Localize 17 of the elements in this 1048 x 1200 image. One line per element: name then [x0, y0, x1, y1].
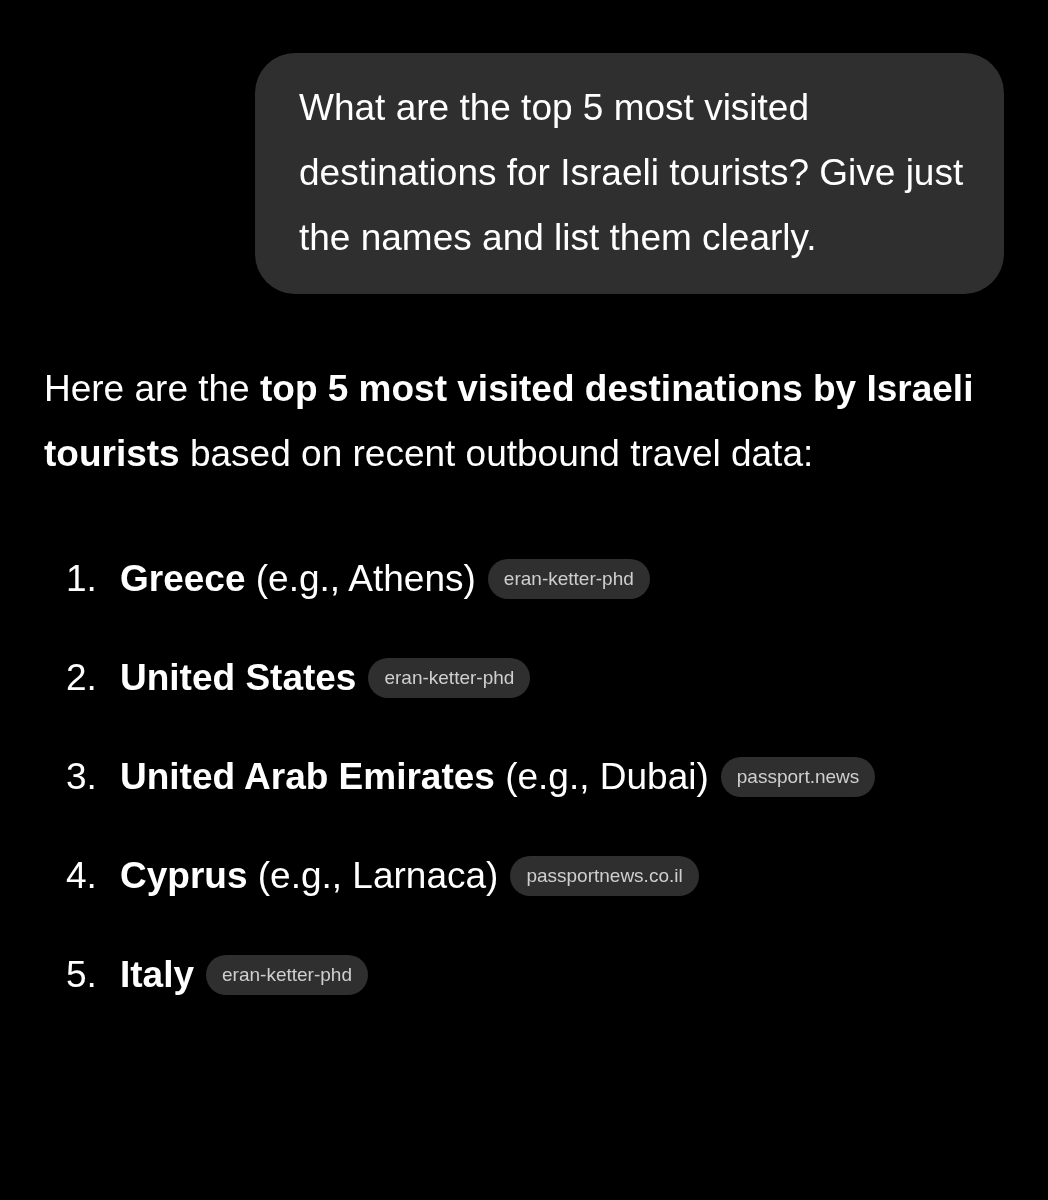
- source-chip[interactable]: passportnews.co.il: [510, 855, 699, 896]
- list-number: 5.: [66, 953, 98, 996]
- list-item-text: Cyprus (e.g., Larnaca): [120, 854, 499, 897]
- list-item-text: United Arab Emirates (e.g., Dubai): [120, 755, 709, 798]
- source-chip[interactable]: eran-ketter-phd: [487, 558, 650, 599]
- list-item-text: Greece (e.g., Athens): [120, 557, 476, 600]
- list-item-text: Italy: [120, 953, 195, 996]
- source-chip[interactable]: eran-ketter-phd: [206, 954, 368, 995]
- list-item-text: United States: [120, 656, 357, 699]
- response-paragraph: Here are the top 5 most visited destinations by Israeli tourists based on recent outbound travel data:: [44, 367, 975, 476]
- list-number: 1.: [66, 557, 98, 600]
- list-number: 2.: [66, 656, 98, 699]
- list-number: 3.: [66, 755, 98, 798]
- list-number: 4.: [66, 854, 98, 897]
- user-message-text: What are the top 5 most visited destinations for Israeli tourists? Give just the names and list them clearly.: [299, 86, 964, 260]
- source-chip[interactable]: eran-ketter-phd: [368, 657, 531, 698]
- source-chip[interactable]: passport.news: [720, 756, 876, 797]
